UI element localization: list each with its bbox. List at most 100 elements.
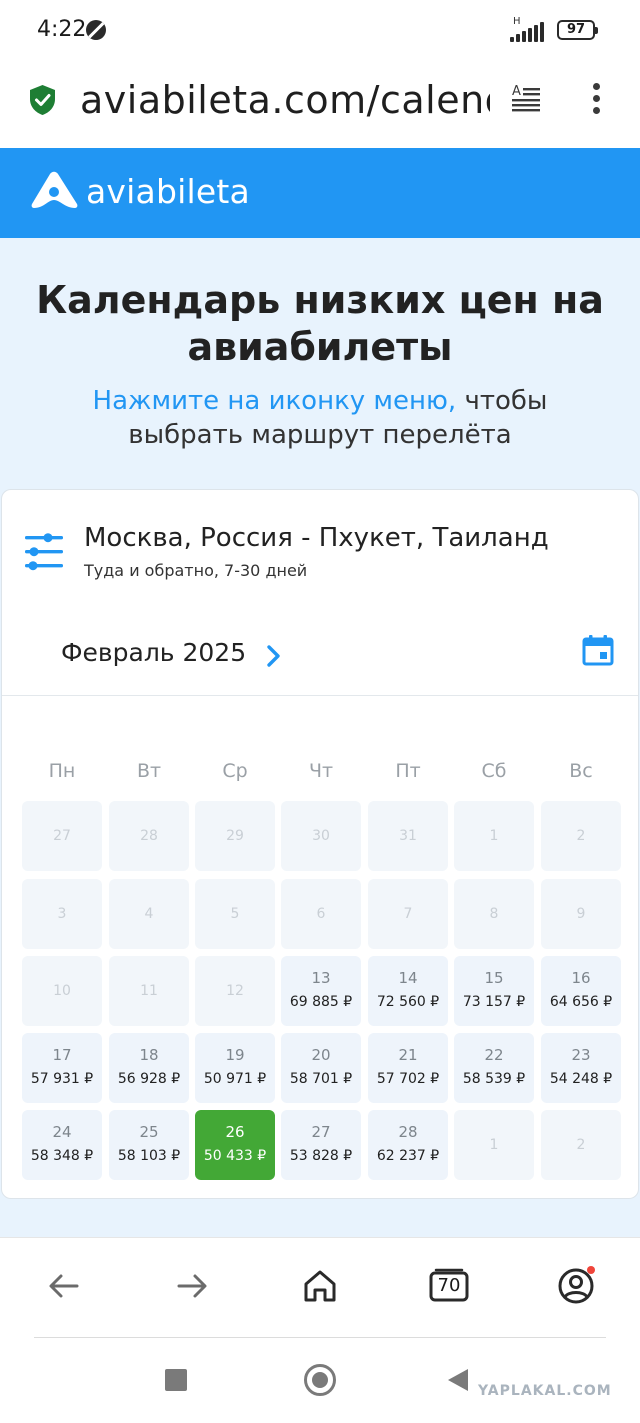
calendar-day[interactable]: 27 53 828 ₽ xyxy=(281,1110,361,1180)
day-number: 8 xyxy=(489,906,499,922)
day-number: 29 xyxy=(226,828,244,844)
browser-url-bar: aviabileta.com/calendar A xyxy=(0,62,640,148)
back-triangle-icon[interactable] xyxy=(448,1369,468,1391)
calendar-day[interactable]: 22 58 539 ₽ xyxy=(454,1033,534,1103)
page-bottom-band xyxy=(0,1199,640,1237)
calendar-day[interactable]: 19 50 971 ₽ xyxy=(195,1033,275,1103)
day-number: 20 xyxy=(311,1046,331,1064)
month-title: Февраль 2025 xyxy=(61,638,247,667)
back-arrow-icon[interactable] xyxy=(44,1266,84,1306)
day-number: 2 xyxy=(576,1137,586,1153)
day-price: 58 348 ₽ xyxy=(30,1148,94,1164)
site-header: aviabileta xyxy=(0,148,640,238)
filter-settings-icon[interactable] xyxy=(24,532,64,572)
day-number: 16 xyxy=(571,969,591,987)
status-bar: 4:22 H 97 xyxy=(0,0,640,62)
calendar-day-disabled: 10 xyxy=(22,956,102,1026)
page-title-line2: авиабилеты xyxy=(187,325,453,369)
day-number: 9 xyxy=(576,906,586,922)
day-number: 3 xyxy=(57,906,67,922)
calendar-day-disabled: 7 xyxy=(368,879,448,949)
day-price: 69 885 ₽ xyxy=(289,994,353,1010)
url-field[interactable]: aviabileta.com/calendar xyxy=(80,78,490,122)
day-price: 50 971 ₽ xyxy=(203,1071,267,1087)
calendar-icon[interactable] xyxy=(582,634,614,666)
watermark: YAPLAKAL.COM xyxy=(478,1383,612,1399)
calendar-day-disabled: 31 xyxy=(368,801,448,871)
day-number: 31 xyxy=(399,828,417,844)
day-price: 58 701 ₽ xyxy=(289,1071,353,1087)
card-divider xyxy=(2,695,638,696)
day-number: 1 xyxy=(489,1137,499,1153)
day-number: 11 xyxy=(140,983,158,999)
day-price: 53 828 ₽ xyxy=(289,1148,353,1164)
dnd-icon xyxy=(86,20,106,40)
day-price: 54 248 ₽ xyxy=(549,1071,613,1087)
calendar-day[interactable]: 28 62 237 ₽ xyxy=(368,1110,448,1180)
aviabileta-logo-icon[interactable] xyxy=(30,170,80,212)
day-number: 5 xyxy=(230,906,240,922)
secure-shield-icon[interactable] xyxy=(29,84,56,116)
calendar-day-disabled: 28 xyxy=(109,801,189,871)
day-number: 27 xyxy=(53,828,71,844)
calendar-day[interactable]: 14 72 560 ₽ xyxy=(368,956,448,1026)
calendar-day-disabled: 6 xyxy=(281,879,361,949)
home-circle-icon[interactable] xyxy=(304,1364,336,1396)
calendar-day[interactable]: 23 54 248 ₽ xyxy=(541,1033,621,1103)
calendar-day-selected[interactable]: 26 50 433 ₽ xyxy=(195,1110,275,1180)
reader-mode-icon[interactable]: A xyxy=(510,82,542,114)
calendar-day[interactable]: 18 56 928 ₽ xyxy=(109,1033,189,1103)
day-number: 13 xyxy=(311,969,331,987)
page-subtitle: Нажмите на иконку меню, чтобы выбрать ма… xyxy=(0,384,640,452)
day-number: 23 xyxy=(571,1046,591,1064)
browser-menu-icon[interactable] xyxy=(588,82,606,116)
tabs-button[interactable]: 70 xyxy=(427,1266,471,1306)
calendar-day[interactable]: 24 58 348 ₽ xyxy=(22,1110,102,1180)
weekday-label: Сб xyxy=(481,760,507,782)
calendar-day-disabled: 9 xyxy=(541,879,621,949)
calendar-day-disabled: 29 xyxy=(195,801,275,871)
day-number: 12 xyxy=(226,983,244,999)
day-price: 58 103 ₽ xyxy=(117,1148,181,1164)
calendar-day[interactable]: 21 57 702 ₽ xyxy=(368,1033,448,1103)
chevron-right-icon[interactable] xyxy=(264,644,284,668)
calendar-day-disabled: 1 xyxy=(454,1110,534,1180)
day-number: 26 xyxy=(225,1123,245,1141)
logo-text[interactable]: aviabileta xyxy=(86,172,250,211)
calendar-day[interactable]: 25 58 103 ₽ xyxy=(109,1110,189,1180)
forward-arrow-icon[interactable] xyxy=(172,1266,212,1306)
svg-text:A: A xyxy=(512,84,521,99)
page-title-line1: Календарь низких цен на xyxy=(36,278,604,322)
day-number: 22 xyxy=(484,1046,504,1064)
calendar-day[interactable]: 13 69 885 ₽ xyxy=(281,956,361,1026)
day-number: 21 xyxy=(398,1046,418,1064)
day-number: 18 xyxy=(139,1046,159,1064)
home-icon[interactable] xyxy=(300,1266,340,1306)
signal-icon xyxy=(508,22,550,42)
weekday-label: Пт xyxy=(395,760,421,782)
recent-apps-icon[interactable] xyxy=(165,1369,187,1391)
calendar-day[interactable]: 15 73 157 ₽ xyxy=(454,956,534,1026)
day-number: 4 xyxy=(144,906,154,922)
day-price: 58 539 ₽ xyxy=(462,1071,526,1087)
day-price: 57 702 ₽ xyxy=(376,1071,440,1087)
calendar-day-disabled: 12 xyxy=(195,956,275,1026)
status-time: 4:22 xyxy=(37,17,87,42)
weekday-label: Вс xyxy=(569,760,593,782)
weekday-label: Чт xyxy=(308,760,334,782)
browser-bottom-bar: 70 xyxy=(0,1237,640,1339)
route-title[interactable]: Москва, Россия - Пхукет, Таиланд xyxy=(84,523,549,553)
menu-hint-link[interactable]: Нажмите на иконку меню, xyxy=(93,386,457,416)
day-number: 27 xyxy=(311,1123,331,1141)
weekday-label: Пн xyxy=(48,760,76,782)
calendar-day[interactable]: 17 57 931 ₽ xyxy=(22,1033,102,1103)
calendar-day[interactable]: 20 58 701 ₽ xyxy=(281,1033,361,1103)
system-navigation-bar: YAPLAKAL.COM xyxy=(0,1339,640,1423)
day-number: 30 xyxy=(312,828,330,844)
calendar-day-disabled: 3 xyxy=(22,879,102,949)
subtitle-rest: чтобы xyxy=(456,386,548,416)
calendar-day-disabled: 5 xyxy=(195,879,275,949)
profile-icon[interactable] xyxy=(556,1266,596,1306)
day-price: 56 928 ₽ xyxy=(117,1071,181,1087)
calendar-day[interactable]: 16 64 656 ₽ xyxy=(541,956,621,1026)
